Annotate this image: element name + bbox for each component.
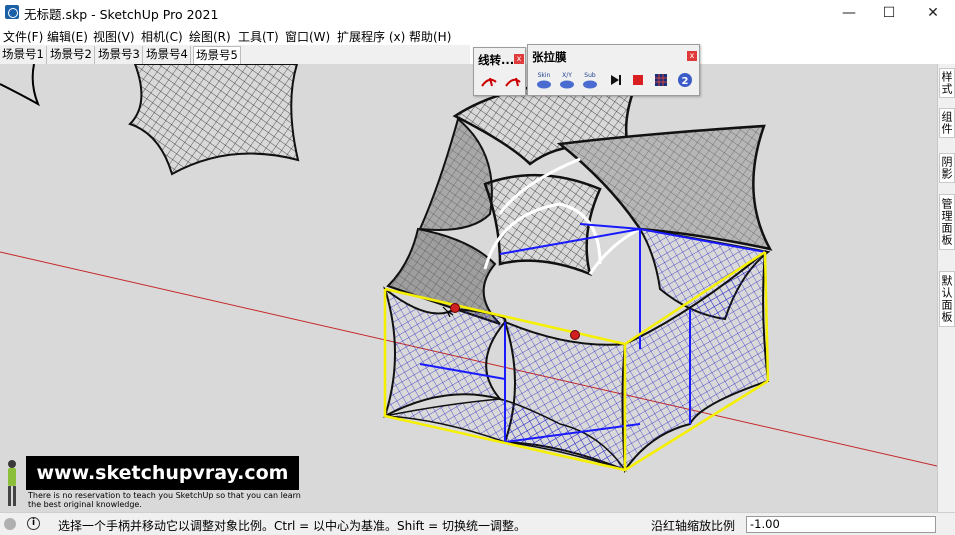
toolwindow-tension-membrane: 张拉膜 x Skin X/Y Sub 2: [527, 44, 700, 96]
watermark: www.sketchupvray.com There is no reserva…: [0, 450, 305, 510]
default-tray: 样式 组件 阴影 管理面板 默认面板: [937, 64, 955, 512]
status-bar: i 选择一个手柄并移动它以调整对象比例。Ctrl = 以中心为基准。Shift …: [0, 512, 955, 535]
line-to-tube-icon[interactable]: [480, 74, 498, 92]
tray-tab-shadows[interactable]: 阴影: [939, 153, 955, 183]
status-hint: 选择一个手柄并移动它以调整对象比例。Ctrl = 以中心为基准。Shift = …: [58, 519, 526, 533]
window-title: 无标题.skp - SketchUp Pro 2021: [24, 7, 219, 22]
menu-file[interactable]: 文件(F): [3, 28, 43, 45]
instructor-info-icon[interactable]: i: [27, 517, 40, 530]
menu-camera[interactable]: 相机(C): [141, 28, 183, 45]
maximize-button[interactable]: ☐: [866, 0, 912, 26]
tray-tab-default[interactable]: 默认面板: [939, 271, 955, 327]
partial-surface-left: [0, 64, 40, 107]
sketchup-app-icon: [5, 5, 19, 19]
menu-tools[interactable]: 工具(T): [238, 28, 279, 45]
surface-top: [128, 64, 300, 176]
toolwindow-line-to-tube: 线转... x: [473, 47, 526, 96]
measurements-label: 沿红轴缩放比例: [651, 519, 736, 533]
geolocation-icon[interactable]: [4, 518, 16, 530]
surface-left-upper-mesh: [420, 119, 492, 230]
watermark-line-2: the best original knowledge.: [28, 500, 142, 509]
scene-tabs: 场景号1 场景号2 场景号3 场景号4 场景号5: [0, 45, 470, 64]
scene-tab-3[interactable]: 场景号3: [96, 46, 143, 64]
menu-window[interactable]: 窗口(W): [285, 28, 330, 45]
tray-tab-styles[interactable]: 样式: [939, 68, 955, 98]
close-button[interactable]: ✕: [910, 0, 955, 26]
tray-tab-manage[interactable]: 管理面板: [939, 194, 955, 250]
about-icon[interactable]: 2: [676, 71, 694, 89]
svg-text:2: 2: [682, 76, 689, 87]
scale-grip-1: [450, 303, 460, 313]
toolwindow-line-close-icon[interactable]: x: [514, 54, 524, 64]
xy-label: X/Y: [562, 72, 572, 79]
menu-view[interactable]: 视图(V): [93, 28, 135, 45]
scene-tab-4[interactable]: 场景号4: [144, 46, 191, 64]
menu-edit[interactable]: 编辑(E): [47, 28, 88, 45]
model-viewport[interactable]: [0, 64, 937, 512]
measurements-input[interactable]: -1.00: [746, 516, 936, 533]
tray-tab-components[interactable]: 组件: [939, 108, 955, 138]
toolwindow-tension-title: 张拉膜: [532, 50, 567, 64]
menu-extensions[interactable]: 扩展程序 (x): [337, 28, 405, 45]
scene-tab-1[interactable]: 场景号1: [0, 46, 47, 64]
sub-label: Sub: [584, 72, 596, 79]
watermark-line-1: There is no reservation to teach you Ske…: [28, 491, 301, 500]
watermark-banner: www.sketchupvray.com: [26, 456, 299, 490]
toolwindow-tension-close-icon[interactable]: x: [687, 51, 697, 61]
play-icon[interactable]: [606, 71, 624, 89]
skin-icon[interactable]: Skin: [535, 71, 553, 89]
skin-label: Skin: [537, 72, 551, 79]
xy-icon[interactable]: X/Y: [558, 71, 576, 89]
stop-icon[interactable]: [629, 71, 647, 89]
scene-tab-5[interactable]: 场景号5: [193, 46, 241, 64]
menu-draw[interactable]: 绘图(R): [189, 28, 231, 45]
menu-bar: 文件(F) 编辑(E) 视图(V) 相机(C) 绘图(R) 工具(T) 窗口(W…: [0, 26, 955, 45]
sub-icon[interactable]: Sub: [581, 71, 599, 89]
grid-icon[interactable]: [652, 71, 670, 89]
scene-tab-2[interactable]: 场景号2: [48, 46, 95, 64]
scale-grip-2: [570, 330, 580, 340]
presenter-figure-icon: [8, 460, 16, 506]
toolwindow-line-title: 线转...: [478, 53, 515, 67]
tube-refresh-icon[interactable]: [504, 74, 522, 92]
title-bar: 无标题.skp - SketchUp Pro 2021 — ☐ ✕: [0, 0, 955, 26]
model-drawing: [0, 64, 937, 474]
menu-help[interactable]: 帮助(H): [409, 28, 451, 45]
